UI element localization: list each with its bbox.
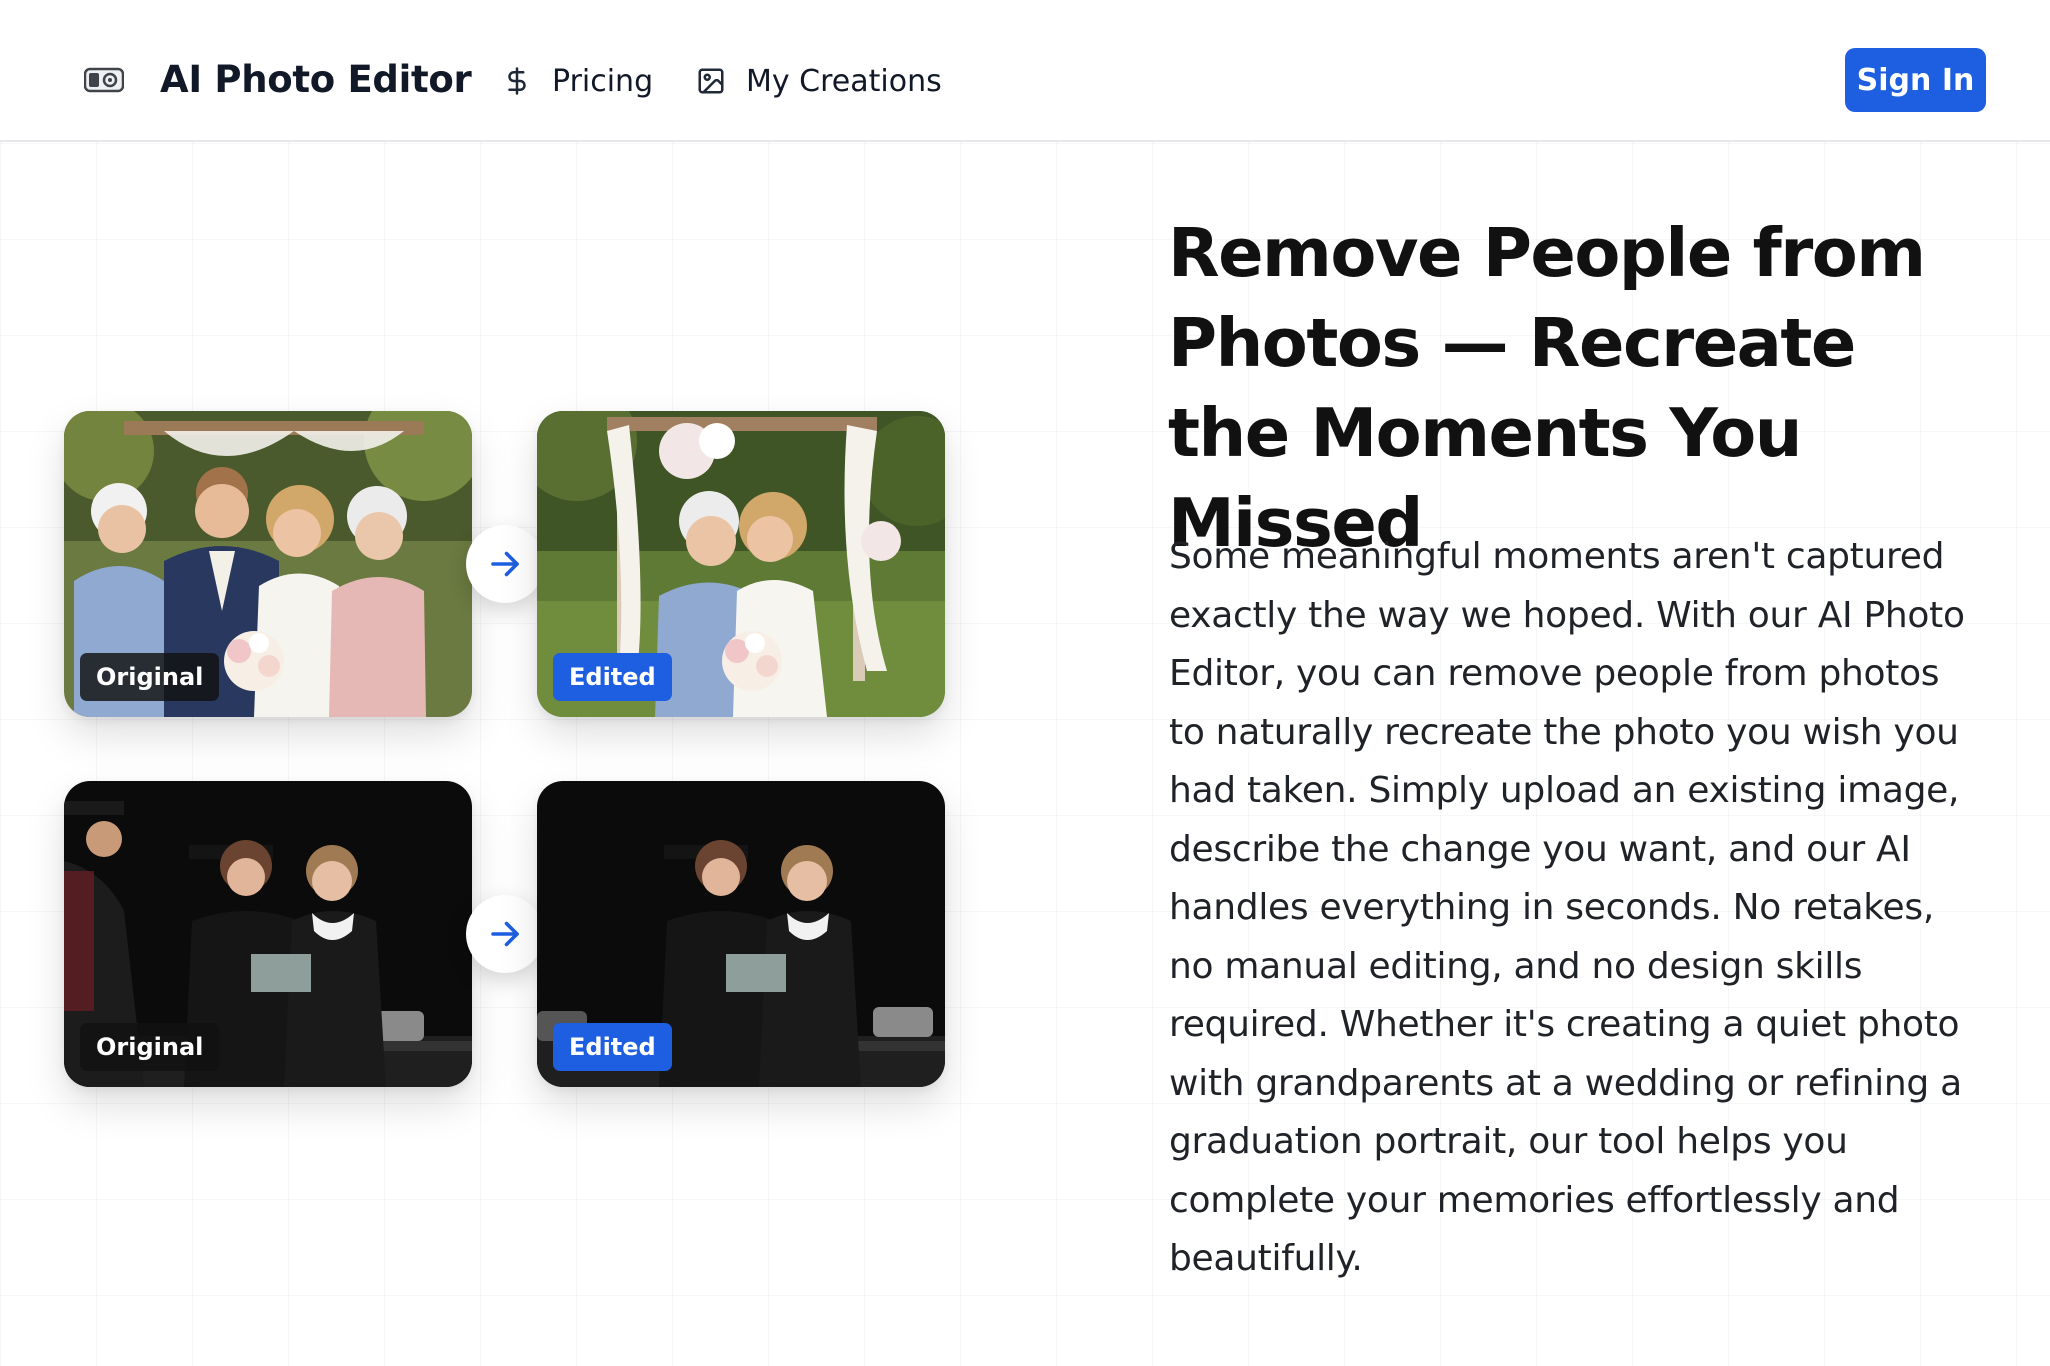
hero-description: Some meaningful moments aren't captured … — [1169, 536, 1965, 1279]
original-badge: Original — [80, 1023, 220, 1071]
nav-my-creations-link[interactable]: My Creations — [694, 58, 942, 104]
top-navbar: AI Photo Editor Pricing My Creations Sig… — [0, 0, 2050, 142]
edited-badge: Edited — [553, 1023, 672, 1071]
image-icon — [694, 64, 728, 98]
sign-in-button[interactable]: Sign In — [1845, 48, 1986, 112]
edited-badge: Edited — [553, 653, 672, 701]
wedding-edited-photo: Edited — [537, 411, 945, 717]
hero-title: Remove People from Photos — Recreate the… — [1168, 214, 1926, 562]
graduation-original-photo: Original — [64, 781, 472, 1087]
nav-my-creations-label: My Creations — [746, 63, 942, 99]
arrow-right-icon — [491, 921, 519, 947]
wedding-original-photo: Original — [64, 411, 472, 717]
comparison-arrow — [466, 525, 544, 603]
brand-name[interactable]: AI Photo Editor — [160, 56, 472, 104]
nav-pricing-link[interactable]: Pricing — [500, 58, 653, 104]
photo-editor-logo-icon[interactable] — [84, 66, 124, 94]
arrow-right-icon — [491, 551, 519, 577]
original-badge: Original — [80, 653, 220, 701]
graduation-edited-photo: Edited — [537, 781, 945, 1087]
dollar-icon — [500, 64, 534, 98]
nav-pricing-label: Pricing — [552, 63, 654, 99]
comparison-arrow — [466, 895, 544, 973]
